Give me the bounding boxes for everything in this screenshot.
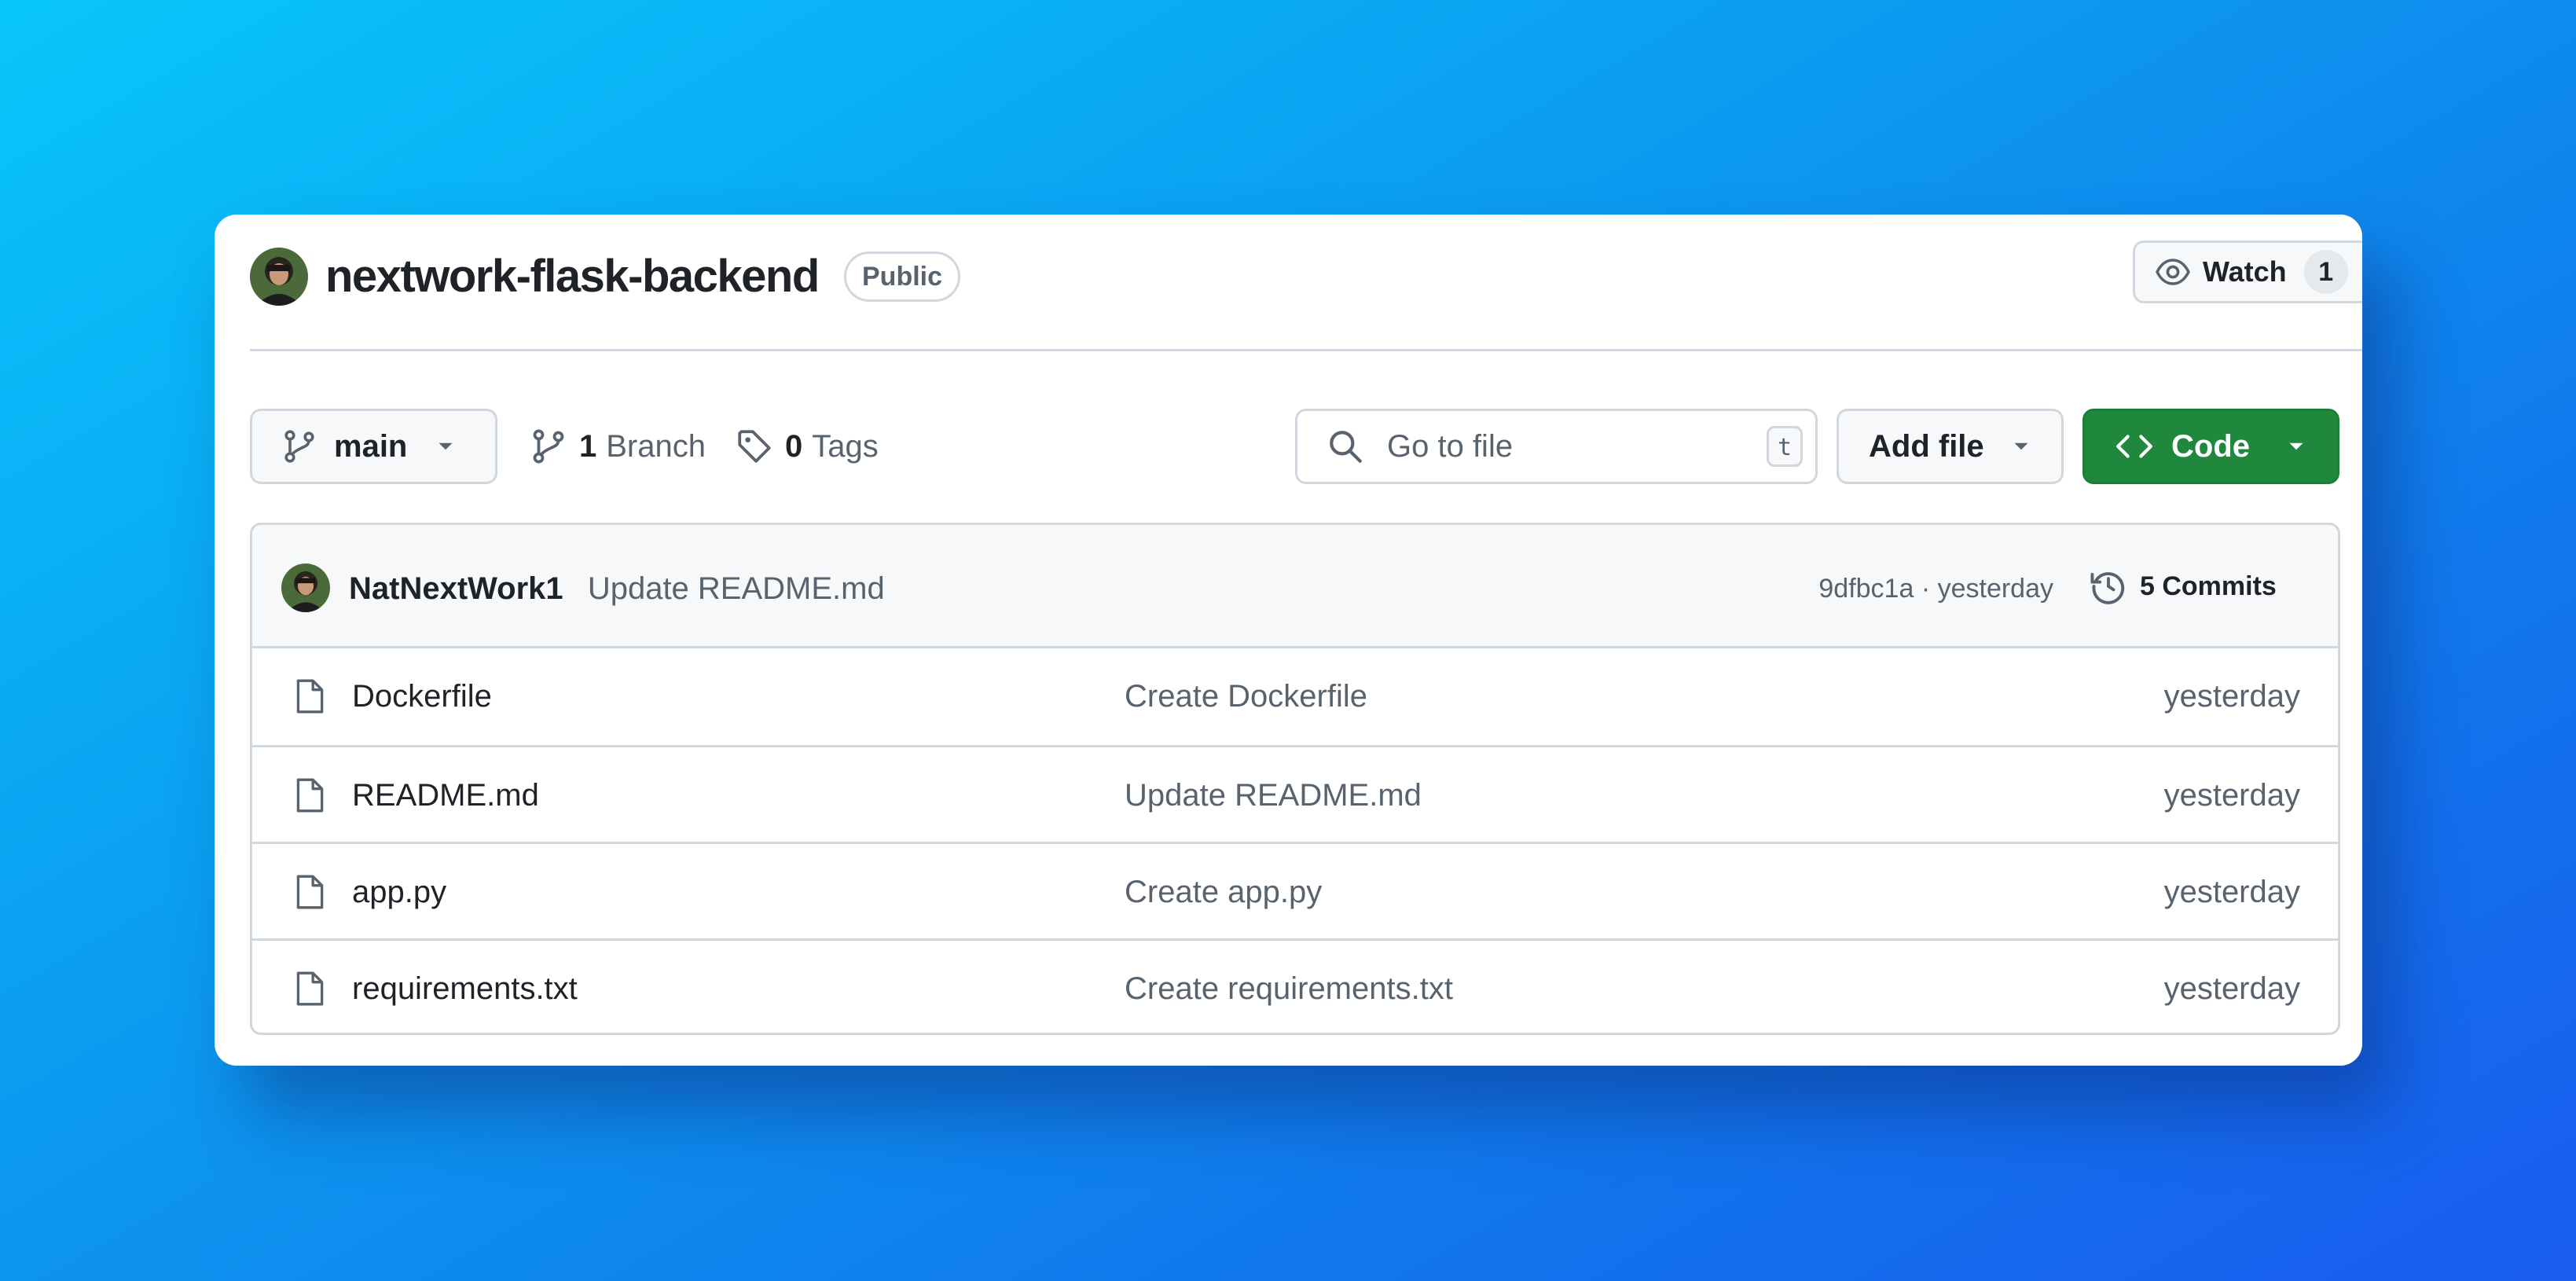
go-to-file-input[interactable]: Go to file t [1295, 409, 1818, 484]
tag-label: Tags [812, 428, 879, 464]
repository-card: nextwork-flask-backend Public Watch 1 ma… [215, 215, 2362, 1066]
git-branch-icon [284, 430, 314, 463]
file-row[interactable]: Dockerfile Create Dockerfile yesterday [252, 648, 2338, 745]
file-name[interactable]: README.md [352, 776, 539, 815]
branch-label: Branch [606, 428, 706, 464]
file-icon [296, 778, 324, 813]
code-brackets-icon [2116, 435, 2152, 458]
commit-author[interactable]: NatNextWork1 Update README.md [349, 569, 885, 608]
commits-label: 5 Commits [2140, 571, 2277, 601]
code-button[interactable]: Code [2082, 409, 2339, 484]
caret-down-icon [2014, 442, 2028, 450]
tag-icon [738, 430, 771, 463]
file-name[interactable]: Dockerfile [352, 677, 492, 716]
repo-name[interactable]: nextwork-flask-backend [325, 249, 820, 304]
file-name[interactable]: app.py [352, 872, 446, 912]
file-icon [296, 875, 324, 909]
latest-commit-bar: NatNextWork1 Update README.md 9dfbc1a · … [252, 525, 2338, 648]
history-icon [2090, 572, 2125, 604]
watch-count: 1 [2303, 250, 2348, 294]
watch-button[interactable]: Watch 1 [2133, 240, 2362, 303]
file-commit-time: yesterday [2163, 679, 2300, 714]
file-commit-message[interactable]: Update README.md [1125, 776, 1422, 815]
branch-count: 1 [579, 428, 597, 464]
add-file-label: Add file [1869, 428, 1984, 464]
tags-link[interactable]: 0 Tags [735, 427, 879, 466]
commits-link[interactable]: 5 Commits [2088, 566, 2277, 607]
file-icon [296, 971, 324, 1006]
add-file-button[interactable]: Add file [1837, 409, 2064, 484]
user-avatar-icon [281, 563, 330, 612]
keyboard-shortcut-hint: t [1767, 426, 1803, 467]
search-icon [1330, 431, 1362, 463]
watch-label: Watch [2203, 255, 2287, 288]
header-divider [250, 349, 2362, 351]
file-commit-time: yesterday [2163, 875, 2300, 909]
file-row[interactable]: app.py Create app.py yesterday [252, 842, 2338, 938]
visibility-badge: Public [844, 251, 961, 302]
search-placeholder: Go to file [1387, 428, 1514, 464]
commit-message[interactable]: Update README.md [588, 571, 885, 606]
file-commit-message[interactable]: Create app.py [1125, 872, 1322, 912]
file-table: NatNextWork1 Update README.md 9dfbc1a · … [250, 523, 2340, 1035]
caret-down-icon [439, 442, 453, 450]
owner-avatar[interactable] [250, 248, 308, 306]
file-row[interactable]: requirements.txt Create requirements.txt… [252, 938, 2338, 1033]
file-commit-time: yesterday [2163, 778, 2300, 813]
branch-selector-button[interactable]: main [250, 409, 497, 484]
code-label: Code [2171, 428, 2250, 464]
file-commit-message[interactable]: Create Dockerfile [1125, 677, 1367, 716]
commit-author-name[interactable]: NatNextWork1 [349, 571, 563, 606]
user-avatar-icon [250, 248, 308, 306]
file-commit-message[interactable]: Create requirements.txt [1125, 969, 1453, 1008]
git-branch-icon [533, 429, 564, 464]
eye-icon [2156, 259, 2190, 285]
file-row[interactable]: README.md Update README.md yesterday [252, 745, 2338, 842]
file-commit-time: yesterday [2163, 971, 2300, 1006]
tag-count: 0 [785, 428, 803, 464]
commit-hash-time[interactable]: 9dfbc1a · yesterday [1818, 572, 2053, 605]
file-name[interactable]: requirements.txt [352, 969, 578, 1008]
file-icon [296, 679, 324, 714]
branches-link[interactable]: 1 Branch [529, 427, 706, 466]
commit-author-avatar[interactable] [281, 563, 330, 612]
branch-name: main [334, 428, 408, 464]
caret-down-icon [2289, 442, 2303, 450]
